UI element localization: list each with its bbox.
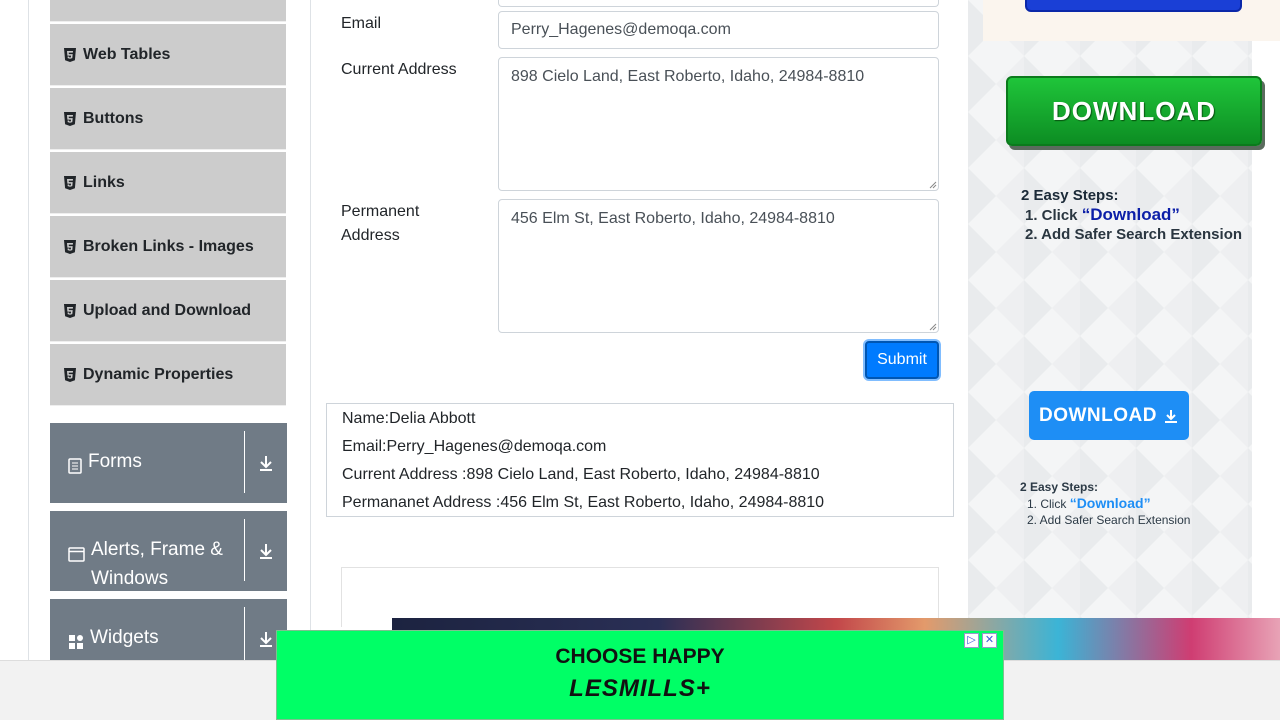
download-button-small[interactable]: DOWNLOAD: [1029, 391, 1189, 440]
sidebar-group-label: Widgets: [90, 627, 159, 648]
top-ad-button[interactable]: [1025, 0, 1242, 12]
step-1: 1. Click “Download”: [1021, 205, 1242, 225]
sidebar-item-partial[interactable]: [50, 0, 286, 22]
sidebar-group-label: Forms: [88, 451, 142, 472]
permanent-address-value: 456 Elm St, East Roberto, Idaho, 24984-8…: [511, 210, 835, 227]
sidebar-item-label: Buttons: [83, 109, 144, 127]
sidebar-item-upload-download[interactable]: Upload and Download: [50, 280, 286, 342]
steps2-step-1-prefix: 1. Click: [1027, 497, 1070, 511]
output-permanent-address: Permananet Address :456 Elm St, East Rob…: [342, 494, 825, 511]
ad-brand-logo: LESMILLS+: [569, 675, 711, 702]
sidebar-item-label: Dynamic Properties: [83, 365, 234, 383]
steps-block-1: 2 Easy Steps: 1. Click “Download” 2. Add…: [1021, 186, 1242, 244]
output-email: Email:Perry_Hagenes@demoqa.com: [342, 438, 607, 455]
download-icon: [1164, 409, 1177, 423]
steps2-step-1: 1. Click “Download”: [1020, 495, 1190, 512]
sidebar-group-label: Alerts, Frame & Windows: [91, 539, 223, 589]
sidebar-item-links[interactable]: Links: [50, 152, 286, 214]
output-panel: Name:Delia Abbott Email:Perry_Hagenes@de…: [326, 403, 954, 517]
sidebar-group-forms[interactable]: Forms: [50, 423, 287, 503]
sidebar-item-broken-links[interactable]: Broken Links - Images: [50, 216, 286, 278]
resize-handle-icon[interactable]: [929, 323, 937, 331]
steps2-step-2: 2. Add Safer Search Extension: [1027, 513, 1191, 527]
steps-block-2: 2 Easy Steps: 1. Click “Download” 2. Add…: [1020, 479, 1190, 528]
step-1-prefix: 1. Click: [1025, 207, 1082, 224]
sidebar-item-web-tables[interactable]: Web Tables: [50, 24, 286, 86]
download-button-label: DOWNLOAD: [1039, 404, 1157, 426]
download-arrow-icon[interactable]: [245, 423, 287, 503]
permanent-address-field[interactable]: 456 Elm St, East Roberto, Idaho, 24984-8…: [498, 199, 939, 333]
output-name: Name:Delia Abbott: [342, 410, 476, 427]
widgets-icon: [68, 630, 84, 659]
output-current-address: Current Address :898 Cielo Land, East Ro…: [342, 466, 820, 483]
form-icon: [68, 454, 82, 483]
page: Web Tables Buttons Links Broken Links - …: [0, 0, 1280, 720]
permanent-address-label-line2: Address: [341, 227, 400, 244]
permanent-address-label-line1: Permanent: [341, 203, 420, 220]
html5-icon: [64, 239, 76, 254]
html5-icon: [64, 303, 76, 318]
sidebar-item-label: Broken Links - Images: [83, 237, 254, 255]
steps-title: 2 Easy Steps:: [1021, 187, 1119, 204]
bottom-banner-ad[interactable]: CHOOSE HAPPY LESMILLS+ ▷ ✕: [276, 630, 1004, 720]
permanent-address-label: Permanent Address: [341, 200, 419, 248]
sidebar-item-label: Upload and Download: [83, 301, 251, 319]
left-border: [28, 0, 29, 660]
download-arrow-icon[interactable]: [245, 511, 287, 591]
sidebar-item-label: Links: [83, 173, 125, 191]
html5-icon: [64, 111, 76, 126]
ad-close-icon[interactable]: ✕: [982, 633, 997, 648]
sidebar-divider: [310, 0, 311, 660]
step-1-highlight: “Download”: [1081, 205, 1180, 224]
download-button-large[interactable]: DOWNLOAD: [1006, 76, 1262, 146]
step-2: 2. Add Safer Search Extension: [1025, 226, 1243, 243]
window-icon: [68, 542, 85, 571]
sidebar-item-buttons[interactable]: Buttons: [50, 88, 286, 150]
current-address-label: Current Address: [341, 61, 457, 78]
adchoices-icon[interactable]: ▷: [964, 633, 979, 648]
submit-button[interactable]: Submit: [865, 341, 939, 379]
previous-field-partial[interactable]: [498, 0, 939, 7]
ad-headline: CHOOSE HAPPY: [555, 645, 725, 668]
html5-icon: [64, 47, 76, 62]
sidebar-item-label: Web Tables: [83, 45, 171, 63]
email-field[interactable]: Perry_Hagenes@demoqa.com: [498, 11, 939, 49]
sidebar-item-dynamic-properties[interactable]: Dynamic Properties: [50, 344, 286, 406]
sidebar-group-alerts[interactable]: Alerts, Frame & Windows: [50, 511, 287, 591]
resize-handle-icon[interactable]: [929, 181, 937, 189]
current-address-value: 898 Cielo Land, East Roberto, Idaho, 249…: [511, 68, 865, 85]
steps2-title: 2 Easy Steps:: [1020, 480, 1099, 494]
html5-icon: [64, 367, 76, 382]
current-address-field[interactable]: 898 Cielo Land, East Roberto, Idaho, 249…: [498, 57, 939, 191]
email-label: Email: [341, 15, 382, 32]
steps2-step-1-highlight: “Download”: [1069, 495, 1151, 511]
html5-icon: [64, 175, 76, 190]
